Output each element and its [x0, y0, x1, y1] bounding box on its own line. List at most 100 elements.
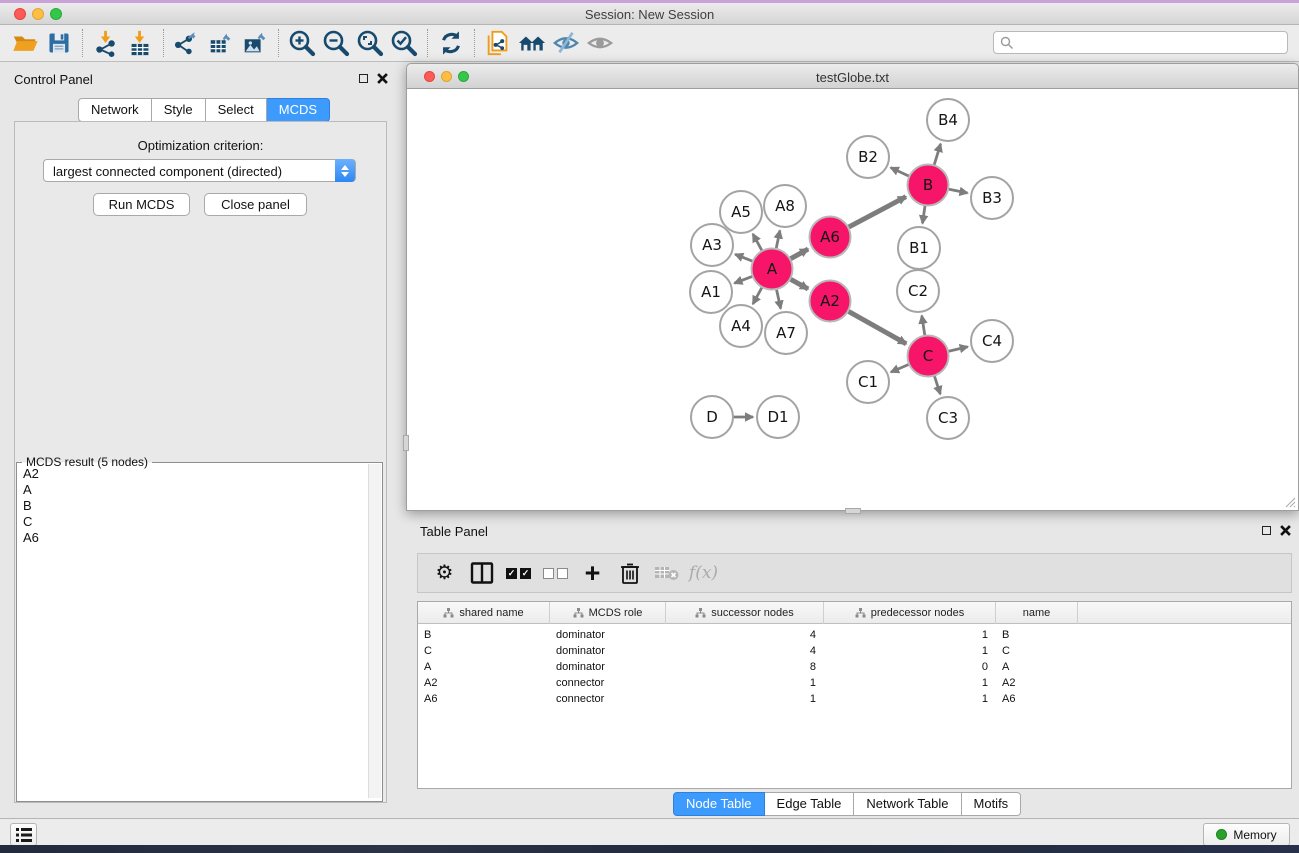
graph-node-B4[interactable]: B4 [927, 99, 969, 141]
table-cell[interactable]: B [418, 627, 550, 643]
table-cell[interactable]: connector [550, 691, 666, 707]
vertical-splitter-handle[interactable] [403, 435, 409, 451]
table-cell[interactable]: A [996, 659, 1078, 675]
table-cell[interactable]: A6 [418, 691, 550, 707]
table-cell[interactable]: 4 [666, 627, 824, 643]
column-header-MCDS-role[interactable]: MCDS role [550, 602, 666, 624]
graph-node-B3[interactable]: B3 [971, 177, 1013, 219]
select-all-checkboxes-icon[interactable]: ✓✓ [500, 556, 537, 590]
edge-A-A6[interactable] [789, 249, 809, 260]
tab-edge-table[interactable]: Edge Table [765, 792, 855, 816]
export-network-icon[interactable] [170, 27, 204, 59]
table-cell[interactable]: 0 [824, 659, 996, 675]
mcds-result-item[interactable]: A [18, 482, 366, 498]
network-window-titlebar[interactable]: testGlobe.txt [406, 63, 1299, 89]
horizontal-splitter-handle[interactable] [845, 508, 861, 514]
graph-node-D1[interactable]: D1 [757, 396, 799, 438]
graph-node-A8[interactable]: A8 [764, 185, 806, 227]
function-builder-icon[interactable]: f(x) [685, 556, 722, 590]
add-column-plus-icon[interactable]: + [574, 556, 611, 590]
edge-A-A5[interactable] [753, 234, 763, 252]
table-cell[interactable]: dominator [550, 643, 666, 659]
tab-motifs[interactable]: Motifs [962, 792, 1022, 816]
tab-select[interactable]: Select [206, 98, 267, 122]
close-panel-icon[interactable] [1280, 525, 1291, 536]
graph-node-A2[interactable]: A2 [810, 281, 851, 322]
column-header-predecessor-nodes[interactable]: predecessor nodes [824, 602, 996, 624]
graph-node-D[interactable]: D [691, 396, 733, 438]
graph-node-B[interactable]: B [908, 165, 949, 206]
table-row[interactable]: Adominator80A [418, 659, 1291, 675]
eye-icon[interactable] [583, 27, 617, 59]
copy-network-icon[interactable] [481, 27, 515, 59]
mcds-result-item[interactable]: A6 [18, 530, 366, 546]
graph-node-A5[interactable]: A5 [720, 191, 762, 233]
tab-style[interactable]: Style [152, 98, 206, 122]
edge-A6-B[interactable] [847, 197, 906, 228]
close-panel-icon[interactable] [377, 73, 388, 84]
table-cell[interactable]: connector [550, 675, 666, 691]
mcds-result-item[interactable]: B [18, 498, 366, 514]
edge-C-C4[interactable] [947, 347, 968, 352]
table-cell[interactable]: A2 [996, 675, 1078, 691]
tab-network[interactable]: Network [78, 98, 152, 122]
table-settings-gear-icon[interactable]: ⚙ [426, 556, 463, 590]
open-folder-icon[interactable] [8, 27, 42, 59]
mcds-result-item[interactable]: A2 [18, 466, 366, 482]
graph-node-C4[interactable]: C4 [971, 320, 1013, 362]
graph-node-A[interactable]: A [752, 249, 793, 290]
export-table-icon[interactable] [204, 27, 238, 59]
edge-B-B1[interactable] [923, 204, 926, 224]
table-cell[interactable]: 1 [824, 675, 996, 691]
import-table-icon[interactable] [123, 27, 157, 59]
table-row[interactable]: Bdominator41B [418, 627, 1291, 643]
optimization-dropdown[interactable]: largest connected component (directed) [43, 159, 356, 182]
edge-A-A1[interactable] [734, 276, 754, 284]
graph-node-B1[interactable]: B1 [898, 227, 940, 269]
tab-mcds[interactable]: MCDS [267, 98, 330, 122]
edge-A-A2[interactable] [789, 278, 809, 289]
import-network-icon[interactable] [89, 27, 123, 59]
zoom-out-icon[interactable] [319, 27, 353, 59]
tab-network-table[interactable]: Network Table [854, 792, 961, 816]
network-graph[interactable]: B4B2BB3A5A8A6B1A3AC2A1A2A4A7C4CC1C3DD1 [407, 89, 1298, 509]
graph-node-B2[interactable]: B2 [847, 136, 889, 178]
delete-trash-icon[interactable] [611, 556, 648, 590]
column-header-successor-nodes[interactable]: successor nodes [666, 602, 824, 624]
edge-A2-C[interactable] [847, 310, 907, 344]
graph-node-C2[interactable]: C2 [897, 270, 939, 312]
zoom-selected-icon[interactable] [387, 27, 421, 59]
zoom-fit-icon[interactable] [353, 27, 387, 59]
split-column-view-icon[interactable] [463, 556, 500, 590]
hide-eye-icon[interactable] [549, 27, 583, 59]
graph-node-C1[interactable]: C1 [847, 361, 889, 403]
table-cell[interactable]: C [418, 643, 550, 659]
column-header-shared-name[interactable]: shared name [418, 602, 550, 624]
edge-A-A4[interactable] [753, 286, 763, 304]
edge-B-B2[interactable] [891, 168, 911, 177]
table-row[interactable]: A2connector11A2 [418, 675, 1291, 691]
dropdown-stepper-icon[interactable] [335, 159, 355, 182]
window-resize-grip[interactable] [1283, 495, 1296, 508]
export-image-icon[interactable] [238, 27, 272, 59]
tab-node-table[interactable]: Node Table [673, 792, 765, 816]
table-cell[interactable]: B [996, 627, 1078, 643]
graph-node-A3[interactable]: A3 [691, 224, 733, 266]
edge-A-A7[interactable] [776, 288, 781, 309]
search-input[interactable] [1018, 33, 1283, 52]
table-cell[interactable]: dominator [550, 627, 666, 643]
table-cell[interactable]: C [996, 643, 1078, 659]
table-row[interactable]: Cdominator41C [418, 643, 1291, 659]
graph-node-A1[interactable]: A1 [690, 271, 732, 313]
edge-B-B3[interactable] [947, 189, 968, 193]
run-mcds-button[interactable]: Run MCDS [93, 193, 190, 216]
table-cell[interactable]: 4 [666, 643, 824, 659]
table-cell[interactable]: 8 [666, 659, 824, 675]
graph-node-A4[interactable]: A4 [720, 305, 762, 347]
deselect-all-checkboxes-icon[interactable] [537, 556, 574, 590]
close-panel-button[interactable]: Close panel [204, 193, 307, 216]
table-cell[interactable]: 1 [824, 691, 996, 707]
result-scrollbar[interactable] [368, 464, 381, 798]
table-cell[interactable]: 1 [824, 643, 996, 659]
edge-B-B4[interactable] [934, 144, 941, 167]
